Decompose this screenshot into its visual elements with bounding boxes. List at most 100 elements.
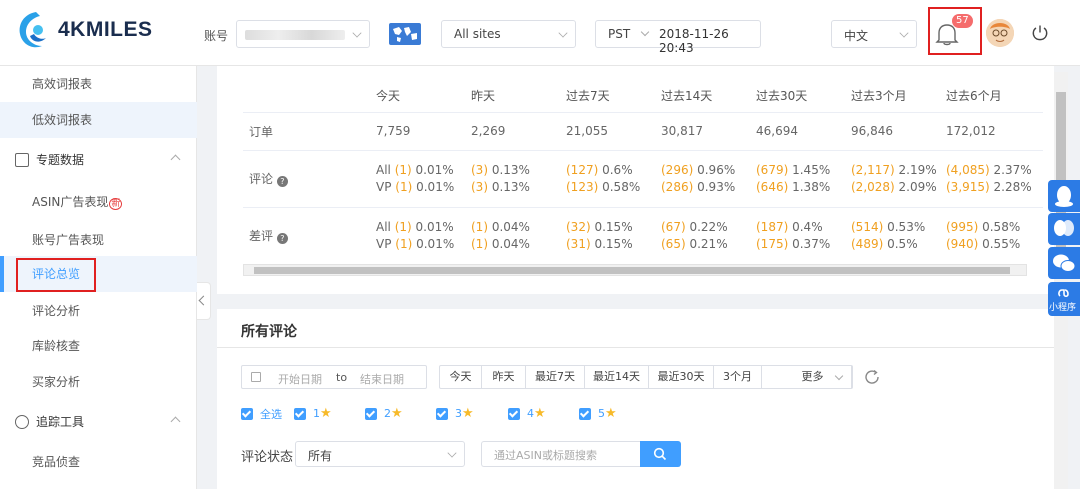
- review-status-select[interactable]: 所有: [295, 441, 465, 467]
- sidebar-item-account-ad-performance[interactable]: 账号广告表现: [0, 222, 197, 258]
- count[interactable]: (2,117): [851, 163, 895, 177]
- star-5-checkbox[interactable]: [579, 408, 591, 420]
- brand-logo-icon[interactable]: [14, 8, 54, 52]
- count[interactable]: (1): [395, 237, 412, 251]
- end-date-input[interactable]: 结束日期: [360, 371, 404, 387]
- power-icon[interactable]: [1031, 24, 1049, 45]
- count[interactable]: (995): [946, 220, 978, 234]
- sidebar-item-high-efficiency-report[interactable]: 高效词报表: [0, 66, 197, 102]
- count[interactable]: (187): [756, 220, 788, 234]
- sidebar-item-buyer-analysis[interactable]: 买家分析: [0, 364, 197, 400]
- user-avatar[interactable]: [986, 19, 1014, 47]
- count[interactable]: (32): [566, 220, 591, 234]
- wechat-contact-button[interactable]: [1048, 247, 1080, 279]
- count[interactable]: (3): [471, 163, 488, 177]
- metric-cell: (2,117) 2.19% (2,028) 2.09%: [845, 149, 940, 207]
- count[interactable]: (296): [661, 163, 693, 177]
- count[interactable]: (127): [566, 163, 598, 177]
- count[interactable]: (1): [395, 180, 412, 194]
- qq-contact-button[interactable]: [1048, 180, 1080, 212]
- search-button[interactable]: [640, 441, 681, 467]
- asin-search-input[interactable]: 通过ASIN或标题搜索: [481, 441, 640, 467]
- star-4-checkbox[interactable]: [508, 408, 520, 420]
- orders-cell: 2,269: [465, 111, 560, 150]
- range-30days-button[interactable]: 最近30天: [649, 366, 714, 388]
- count[interactable]: (940): [946, 237, 978, 251]
- percent: 0.01%: [416, 179, 455, 194]
- count[interactable]: (3): [471, 180, 488, 194]
- vertical-scrollbar[interactable]: [1054, 72, 1068, 489]
- count[interactable]: (1): [395, 220, 412, 234]
- vp-line: (175) 0.37%: [756, 236, 845, 253]
- percent: 0.96%: [697, 162, 736, 177]
- percent: 1.38%: [792, 179, 831, 194]
- world-map-icon[interactable]: [389, 23, 421, 45]
- star-3-checkbox[interactable]: [436, 408, 448, 420]
- help-icon[interactable]: ?: [276, 176, 288, 187]
- count[interactable]: (1): [471, 220, 488, 234]
- scrollbar-thumb[interactable]: [254, 267, 1010, 274]
- help-icon[interactable]: ?: [276, 233, 288, 245]
- percent: 2.09%: [898, 179, 937, 194]
- range-7days-button[interactable]: 最近7天: [526, 366, 585, 388]
- vp-line: (1) 0.04%: [471, 236, 560, 253]
- range-3months-button[interactable]: 3个月: [714, 366, 762, 388]
- chevron-up-icon: [170, 416, 181, 427]
- group-chat-icon: [1054, 220, 1074, 236]
- all-line: (67) 0.22%: [661, 219, 750, 236]
- count[interactable]: (2,028): [851, 180, 895, 194]
- sidebar-item-asin-ad-performance[interactable]: ASIN广告表现新: [0, 184, 197, 220]
- horizontal-scrollbar[interactable]: [243, 264, 1027, 276]
- range-today-button[interactable]: 今天: [440, 366, 482, 388]
- sidebar-group-tracking-tools[interactable]: 追踪工具: [0, 404, 197, 440]
- count[interactable]: (1): [471, 237, 488, 251]
- section-title: 所有评论: [241, 324, 297, 340]
- all-line: (1) 0.04%: [471, 219, 560, 236]
- account-label: 账号: [204, 29, 229, 43]
- count[interactable]: (286): [661, 180, 693, 194]
- timezone-datetime-picker[interactable]: PST 2018-11-26 20:43: [595, 20, 761, 55]
- mini-program-button[interactable]: 小程序: [1048, 282, 1080, 316]
- column-header: 过去14天: [661, 89, 713, 104]
- count[interactable]: (1): [395, 163, 412, 177]
- account-value-blurred: [245, 30, 345, 40]
- group-contact-button[interactable]: [1048, 213, 1080, 245]
- count[interactable]: (31): [566, 237, 591, 251]
- sidebar-item-review-analysis[interactable]: 评论分析: [0, 293, 197, 329]
- sites-select[interactable]: All sites: [441, 20, 576, 48]
- orders-cell: 7,759: [370, 111, 465, 150]
- more-ranges-select[interactable]: 更多: [762, 366, 852, 388]
- count[interactable]: (514): [851, 220, 883, 234]
- sidebar-item-inventory-age-check[interactable]: 库龄核查: [0, 328, 197, 364]
- count[interactable]: (3,915): [946, 180, 990, 194]
- count[interactable]: (175): [756, 237, 788, 251]
- sidebar-collapse-button[interactable]: [197, 282, 211, 320]
- start-date-input[interactable]: 开始日期: [278, 371, 322, 387]
- count[interactable]: (4,085): [946, 163, 990, 177]
- language-select[interactable]: 中文: [831, 20, 917, 48]
- count[interactable]: (65): [661, 237, 686, 251]
- refresh-icon[interactable]: [863, 368, 881, 389]
- count[interactable]: (489): [851, 237, 883, 251]
- range-yesterday-button[interactable]: 昨天: [482, 366, 526, 388]
- count[interactable]: (646): [756, 180, 788, 194]
- star-1-checkbox[interactable]: [294, 408, 306, 420]
- account-select[interactable]: [236, 20, 370, 48]
- count[interactable]: (123): [566, 180, 598, 194]
- metric-cell: (4,085) 2.37% (3,915) 2.28%: [940, 149, 1043, 207]
- qq-penguin-icon: [1055, 186, 1073, 207]
- all-line: (679) 1.45%: [756, 162, 845, 179]
- column-header: 过去3个月: [851, 89, 907, 104]
- sidebar-item-competitor-scout[interactable]: 竞品侦查: [0, 444, 197, 480]
- sidebar-group-topic-data[interactable]: 专题数据: [0, 142, 197, 178]
- range-14days-button[interactable]: 最近14天: [585, 366, 649, 388]
- star-2-checkbox[interactable]: [365, 408, 377, 420]
- sidebar-item-low-efficiency-report[interactable]: 低效词报表: [0, 102, 197, 138]
- count[interactable]: (67): [661, 220, 686, 234]
- date-range-picker[interactable]: 开始日期 to 结束日期: [241, 365, 427, 389]
- count[interactable]: (679): [756, 163, 788, 177]
- chevron-left-icon: [198, 295, 209, 306]
- select-all-checkbox[interactable]: [241, 408, 253, 420]
- search-icon: [653, 447, 667, 461]
- vp-line: (65) 0.21%: [661, 236, 750, 253]
